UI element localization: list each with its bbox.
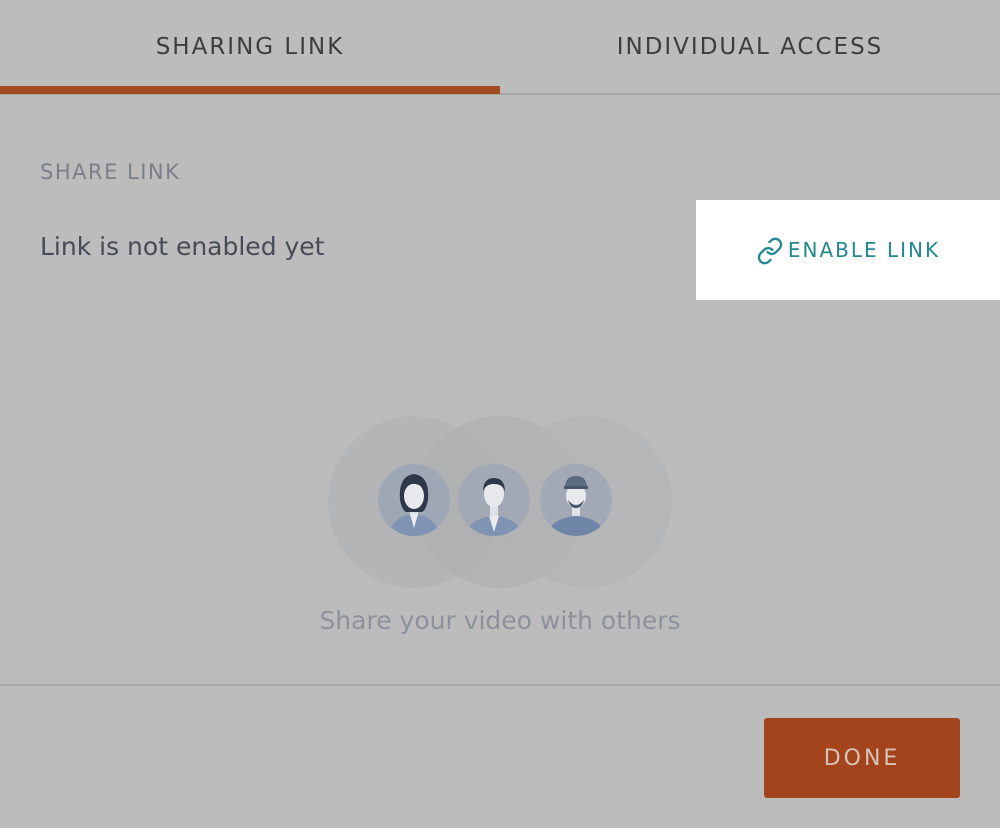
tab-individual-access[interactable]: INDIVIDUAL ACCESS [500, 0, 1000, 95]
woman-avatar-icon [378, 464, 450, 536]
share-link-heading: SHARE LINK [40, 160, 181, 184]
active-tab-indicator [0, 86, 500, 94]
link-status-text: Link is not enabled yet [40, 232, 325, 261]
worker-avatar-icon [540, 464, 612, 536]
man-avatar-icon [458, 464, 530, 536]
enable-link-label: ENABLE LINK [787, 238, 941, 262]
share-illustration [326, 414, 674, 590]
empty-state-caption: Share your video with others [319, 606, 681, 635]
link-icon [756, 237, 784, 265]
footer-divider [0, 684, 1000, 686]
tab-sharing-link[interactable]: SHARING LINK [0, 0, 500, 95]
done-button[interactable]: DONE [764, 718, 960, 798]
tab-bar: SHARING LINK INDIVIDUAL ACCESS [0, 0, 1000, 95]
enable-link-button[interactable]: ENABLE LINK [696, 200, 1000, 300]
